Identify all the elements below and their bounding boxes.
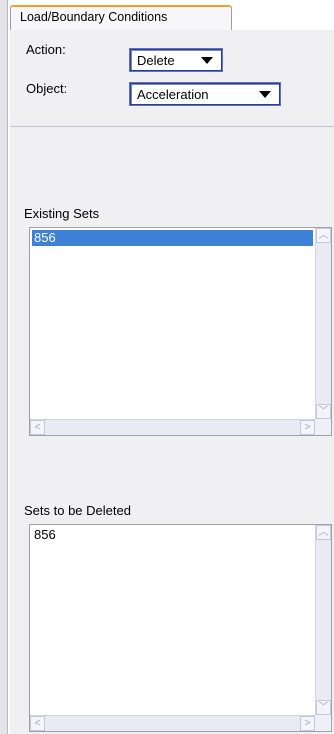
vertical-scrollbar[interactable]: ︿ ﹀ [315, 228, 331, 419]
scroll-left-icon[interactable]: < [30, 420, 45, 435]
horizontal-scrollbar[interactable]: < > [30, 715, 315, 731]
existing-sets-listbox[interactable]: 856 ︿ ﹀ < > [29, 227, 332, 436]
sets-to-be-deleted-listbox[interactable]: 856 ︿ ﹀ < > [29, 524, 332, 732]
action-label: Action: [26, 42, 66, 57]
scroll-right-icon[interactable]: > [300, 420, 315, 435]
tab-load-boundary-conditions[interactable]: Load/Boundary Conditions [10, 5, 232, 31]
list-item[interactable]: 856 [32, 527, 313, 543]
scrollbar-corner [315, 715, 331, 731]
scroll-down-icon[interactable]: ﹀ [316, 404, 331, 419]
load-boundary-panel: Action: Delete Object: Acceleration Exis… [10, 30, 334, 734]
horizontal-scrollbar[interactable]: < > [30, 419, 315, 435]
scrollbar-corner [315, 419, 331, 435]
vertical-scrollbar[interactable]: ︿ ﹀ [315, 525, 331, 715]
window-left-edge [0, 0, 8, 734]
list-item[interactable]: 856 [32, 230, 313, 246]
scroll-up-icon[interactable]: ︿ [316, 525, 331, 540]
scroll-down-icon[interactable]: ﹀ [316, 700, 331, 715]
chevron-down-icon [259, 91, 271, 98]
object-label: Object: [26, 81, 68, 96]
object-value: Acceleration [137, 87, 209, 102]
action-dropdown[interactable]: Delete [130, 49, 222, 71]
action-value: Delete [137, 53, 175, 68]
chevron-down-icon [201, 57, 213, 64]
scroll-left-icon[interactable]: < [30, 716, 45, 731]
sets-to-be-deleted-title: Sets to be Deleted [24, 503, 131, 518]
object-dropdown[interactable]: Acceleration [130, 83, 280, 105]
scroll-up-icon[interactable]: ︿ [316, 228, 331, 243]
existing-sets-title: Existing Sets [24, 206, 100, 221]
scroll-right-icon[interactable]: > [300, 716, 315, 731]
tab-label: Load/Boundary Conditions [20, 10, 168, 24]
